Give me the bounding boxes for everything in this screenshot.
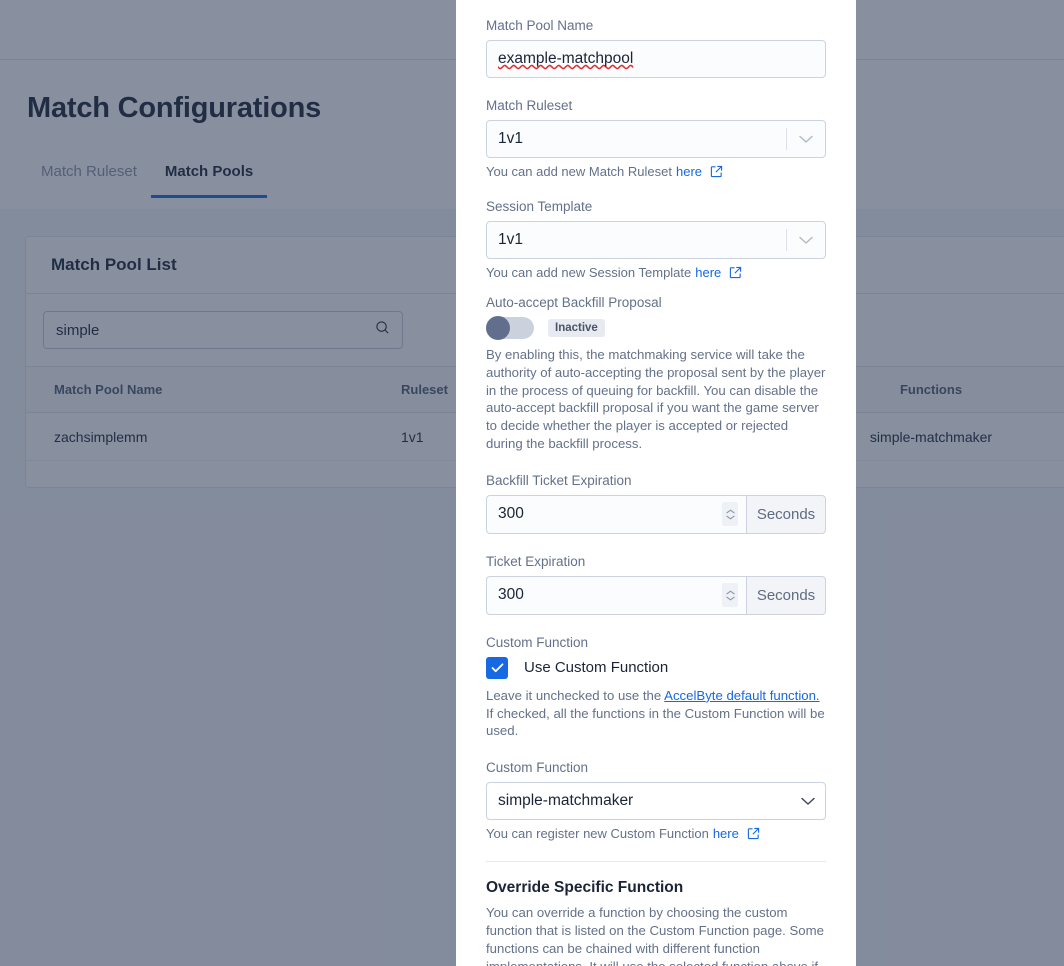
backfill-ticket-expiration-input[interactable]: 300 <box>486 494 746 534</box>
match-pool-form-modal: Match Pool Name example-matchpool Match … <box>456 0 856 966</box>
helper-text-match-ruleset: You can add new Match Ruleset <box>486 164 672 179</box>
chevron-down-icon[interactable] <box>787 135 825 144</box>
backfill-ticket-expiration-value: 300 <box>498 505 524 523</box>
link-register-custom-function[interactable]: here <box>713 826 739 841</box>
ticket-expiration-row: 300 Seconds <box>486 575 826 615</box>
chevron-down-icon[interactable] <box>787 236 825 245</box>
match-pool-name-input[interactable]: example-matchpool <box>486 40 826 78</box>
custom-function-select[interactable]: simple-matchmaker <box>486 782 826 821</box>
match-ruleset-value: 1v1 <box>498 130 523 147</box>
status-badge: Inactive <box>548 319 605 337</box>
helper-prefix: Leave it unchecked to use the <box>486 687 662 703</box>
use-custom-function-checkbox[interactable] <box>486 656 508 679</box>
helper-suffix: If checked, all the functions in the Cus… <box>486 705 825 739</box>
use-custom-function-helper: Leave it unchecked to use the AccelByte … <box>486 687 826 740</box>
label-backfill-ticket-expiration: Backfill Ticket Expiration <box>486 472 632 488</box>
helper-text-session-template: You can add new Session Template <box>486 265 692 280</box>
spinner-updown-icon[interactable] <box>722 583 738 608</box>
field-custom-function-select: Custom Function simple-matchmaker You ca… <box>486 760 826 841</box>
label-custom-function-checkbox: Custom Function <box>486 634 589 650</box>
chevron-down-icon[interactable] <box>791 797 825 806</box>
field-use-custom-function: Custom Function Use Custom Function Leav… <box>486 635 826 740</box>
field-override-specific-function: Override Specific Function You can overr… <box>486 879 826 966</box>
use-custom-function-row[interactable]: Use Custom Function <box>486 656 826 679</box>
link-add-session-template[interactable]: here <box>695 265 721 280</box>
external-link-icon[interactable] <box>729 266 742 279</box>
field-backfill-ticket-expiration: Backfill Ticket Expiration 300 Seconds <box>486 473 826 534</box>
field-auto-accept-backfill: Auto-accept Backfill Proposal Inactive B… <box>486 295 826 453</box>
helper-match-ruleset: You can add new Match Ruleset here <box>486 164 826 179</box>
field-ticket-expiration: Ticket Expiration 300 Seconds <box>486 554 826 615</box>
link-accelbyte-default-function[interactable]: AccelByte default function. <box>664 688 819 703</box>
helper-text-custom-function: You can register new Custom Function <box>486 826 709 842</box>
ticket-expiration-unit: Seconds <box>746 575 826 615</box>
field-session-template: Session Template 1v1 You can add new Ses… <box>486 199 826 280</box>
ticket-expiration-value: 300 <box>498 586 524 604</box>
match-pool-name-value: example-matchpool <box>498 50 634 67</box>
auto-accept-backfill-row: Inactive <box>486 316 826 340</box>
session-template-value: 1v1 <box>498 231 523 248</box>
checkmark-icon <box>491 663 503 672</box>
session-template-select[interactable]: 1v1 <box>486 221 826 259</box>
helper-session-template: You can add new Session Template here <box>486 265 826 280</box>
override-specific-function-description: You can override a function by choosing … <box>486 905 824 966</box>
override-specific-function-title: Override Specific Function <box>486 879 684 897</box>
label-custom-function-select: Custom Function <box>486 760 589 776</box>
field-match-pool-name: Match Pool Name example-matchpool <box>486 18 826 78</box>
backfill-ticket-expiration-unit: Seconds <box>746 494 826 534</box>
auto-accept-backfill-toggle[interactable] <box>486 316 534 340</box>
ticket-expiration-input[interactable]: 300 <box>486 575 746 615</box>
section-divider <box>486 861 826 863</box>
link-add-match-ruleset[interactable]: here <box>676 164 702 179</box>
label-match-ruleset: Match Ruleset <box>486 98 573 113</box>
custom-function-value: simple-matchmaker <box>498 792 634 810</box>
match-ruleset-select[interactable]: 1v1 <box>486 120 826 158</box>
external-link-icon[interactable] <box>747 827 760 840</box>
use-custom-function-label: Use Custom Function <box>524 659 669 677</box>
label-match-pool-name: Match Pool Name <box>486 18 594 33</box>
label-session-template: Session Template <box>486 199 593 214</box>
backfill-ticket-expiration-row: 300 Seconds <box>486 494 826 534</box>
external-link-icon[interactable] <box>710 165 723 178</box>
toggle-knob <box>486 316 510 340</box>
screen: Match Configurations Match Ruleset Match… <box>0 0 1064 966</box>
field-match-ruleset: Match Ruleset 1v1 You can add new Match … <box>486 98 826 179</box>
helper-custom-function: You can register new Custom Function her… <box>486 826 826 841</box>
label-ticket-expiration: Ticket Expiration <box>486 553 586 569</box>
label-auto-accept-backfill: Auto-accept Backfill Proposal <box>486 295 662 310</box>
spinner-updown-icon[interactable] <box>722 502 738 527</box>
auto-accept-backfill-description: By enabling this, the matchmaking servic… <box>486 347 826 451</box>
